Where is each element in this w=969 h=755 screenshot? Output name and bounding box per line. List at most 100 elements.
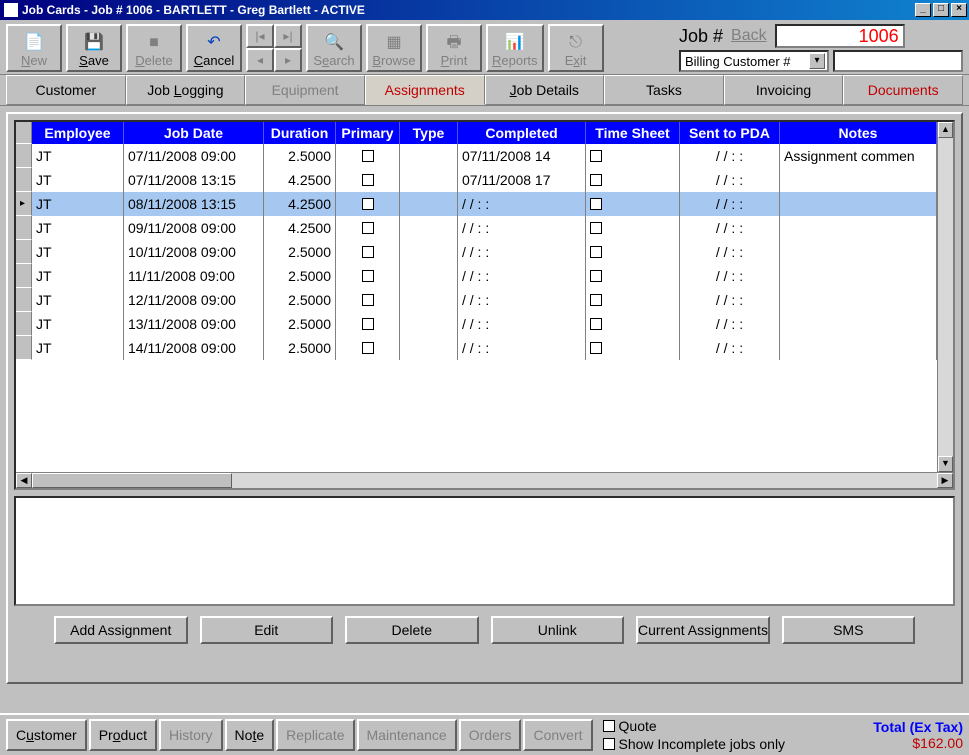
timesheet-checkbox[interactable] (590, 342, 602, 354)
tab-invoicing[interactable]: Invoicing (724, 75, 844, 105)
tab-job-logging[interactable]: Job Logging (126, 75, 246, 105)
search-icon: 🔍 (324, 33, 344, 53)
new-button[interactable]: 📄 New (6, 24, 62, 72)
assignment-detail-box[interactable] (14, 496, 955, 606)
add-assignment-button[interactable]: Add Assignment (54, 616, 188, 644)
primary-checkbox[interactable] (362, 270, 374, 282)
browse-icon: ▦ (386, 33, 401, 53)
total-label: Total (Ex Tax) (873, 719, 963, 735)
delete-button[interactable]: ■ Delete (126, 24, 182, 72)
tab-documents[interactable]: Documents (843, 75, 963, 105)
primary-checkbox[interactable] (362, 222, 374, 234)
browse-button[interactable]: ▦ Browse (366, 24, 422, 72)
bottom-maintenance-button[interactable]: Maintenance (357, 719, 457, 751)
bottom-customer-button[interactable]: Customer (6, 719, 87, 751)
bottom-replicate-button[interactable]: Replicate (276, 719, 354, 751)
nav-next-button[interactable]: ▸ (274, 48, 302, 72)
col-employee[interactable]: Employee (32, 122, 124, 144)
timesheet-checkbox[interactable] (590, 198, 602, 210)
print-button[interactable]: 🖶 Print (426, 24, 482, 72)
main-tabs: Customer Job Logging Equipment Assignmen… (0, 75, 969, 106)
table-row[interactable]: JT14/11/2008 09:002.5000/ / : :/ / : : (16, 336, 937, 360)
bottom-history-button[interactable]: History (159, 719, 223, 751)
table-row[interactable]: JT07/11/2008 13:154.250007/11/2008 17/ /… (16, 168, 937, 192)
unlink-button[interactable]: Unlink (491, 616, 625, 644)
tab-job-details[interactable]: Job Details (485, 75, 605, 105)
reports-button[interactable]: 📊 Reports (486, 24, 544, 72)
job-number-label: Job # (679, 26, 723, 47)
col-completed[interactable]: Completed (458, 122, 586, 144)
timesheet-checkbox[interactable] (590, 318, 602, 330)
timesheet-checkbox[interactable] (590, 150, 602, 162)
col-duration[interactable]: Duration (264, 122, 336, 144)
table-row[interactable]: JT08/11/2008 13:154.2500/ / : :/ / : : (16, 192, 937, 216)
tab-assignments[interactable]: Assignments (365, 75, 485, 105)
tab-equipment[interactable]: Equipment (245, 75, 365, 105)
table-row[interactable]: JT13/11/2008 09:002.5000/ / : :/ / : : (16, 312, 937, 336)
quote-label: Quote (619, 717, 657, 735)
cancel-button[interactable]: ↶ Cancel (186, 24, 242, 72)
exit-button[interactable]: ⎋ Exit (548, 24, 604, 72)
job-number-field[interactable]: 1006 (775, 24, 905, 48)
billing-customer-select[interactable]: Billing Customer # ▾ (679, 50, 829, 72)
timesheet-checkbox[interactable] (590, 174, 602, 186)
scroll-right-icon[interactable]: ▶ (937, 473, 953, 488)
col-job-date[interactable]: Job Date (124, 122, 264, 144)
sms-button[interactable]: SMS (782, 616, 916, 644)
bottom-note-button[interactable]: Note (225, 719, 275, 751)
primary-checkbox[interactable] (362, 198, 374, 210)
minimize-button[interactable]: _ (915, 3, 931, 17)
horizontal-scrollbar[interactable]: ◀ ▶ (16, 472, 953, 488)
table-row[interactable]: JT11/11/2008 09:002.5000/ / : :/ / : : (16, 264, 937, 288)
bottom-orders-button[interactable]: Orders (459, 719, 522, 751)
reports-icon: 📊 (505, 33, 525, 53)
billing-select-label: Billing Customer # (685, 54, 791, 69)
incomplete-checkbox[interactable] (603, 738, 615, 750)
scroll-left-icon[interactable]: ◀ (16, 473, 32, 488)
close-button[interactable]: × (951, 3, 967, 17)
col-time-sheet[interactable]: Time Sheet (586, 122, 680, 144)
timesheet-checkbox[interactable] (590, 270, 602, 282)
vertical-scrollbar[interactable]: ▲ ▼ (937, 122, 953, 472)
scroll-down-icon[interactable]: ▼ (938, 456, 953, 472)
tab-customer[interactable]: Customer (6, 75, 126, 105)
bottom-product-button[interactable]: Product (89, 719, 157, 751)
primary-checkbox[interactable] (362, 294, 374, 306)
grid-body[interactable]: JT07/11/2008 09:002.500007/11/2008 14/ /… (16, 144, 937, 472)
scroll-up-icon[interactable]: ▲ (938, 122, 953, 138)
timesheet-checkbox[interactable] (590, 294, 602, 306)
col-type[interactable]: Type (400, 122, 458, 144)
primary-checkbox[interactable] (362, 150, 374, 162)
back-button[interactable]: Back (727, 27, 771, 45)
chevron-down-icon: ▾ (809, 53, 825, 69)
delete-assignment-button[interactable]: Delete (345, 616, 479, 644)
save-button[interactable]: 💾 Save (66, 24, 122, 72)
timesheet-checkbox[interactable] (590, 222, 602, 234)
primary-checkbox[interactable] (362, 342, 374, 354)
col-sent-to-pda[interactable]: Sent to PDA (680, 122, 780, 144)
nav-prev-button[interactable]: ◂ (246, 48, 274, 72)
delete-icon: ■ (149, 33, 159, 53)
col-notes[interactable]: Notes (780, 122, 937, 144)
edit-button[interactable]: Edit (200, 616, 334, 644)
table-row[interactable]: JT07/11/2008 09:002.500007/11/2008 14/ /… (16, 144, 937, 168)
timesheet-checkbox[interactable] (590, 246, 602, 258)
primary-checkbox[interactable] (362, 318, 374, 330)
tab-tasks[interactable]: Tasks (604, 75, 724, 105)
maximize-button[interactable]: □ (933, 3, 949, 17)
nav-first-button[interactable]: |◂ (246, 24, 274, 48)
table-row[interactable]: JT10/11/2008 09:002.5000/ / : :/ / : : (16, 240, 937, 264)
billing-customer-input[interactable] (833, 50, 963, 72)
col-primary[interactable]: Primary (336, 122, 400, 144)
window-title: Job Cards - Job # 1006 - BARTLETT - Greg… (22, 3, 365, 17)
table-row[interactable]: JT09/11/2008 09:004.2500/ / : :/ / : : (16, 216, 937, 240)
nav-last-button[interactable]: ▸| (274, 24, 302, 48)
quote-checkbox[interactable] (603, 720, 615, 732)
exit-icon: ⎋ (569, 33, 582, 53)
primary-checkbox[interactable] (362, 246, 374, 258)
current-assignments-button[interactable]: Current Assignments (636, 616, 770, 644)
search-button[interactable]: 🔍 Search (306, 24, 362, 72)
table-row[interactable]: JT12/11/2008 09:002.5000/ / : :/ / : : (16, 288, 937, 312)
primary-checkbox[interactable] (362, 174, 374, 186)
bottom-convert-button[interactable]: Convert (523, 719, 592, 751)
